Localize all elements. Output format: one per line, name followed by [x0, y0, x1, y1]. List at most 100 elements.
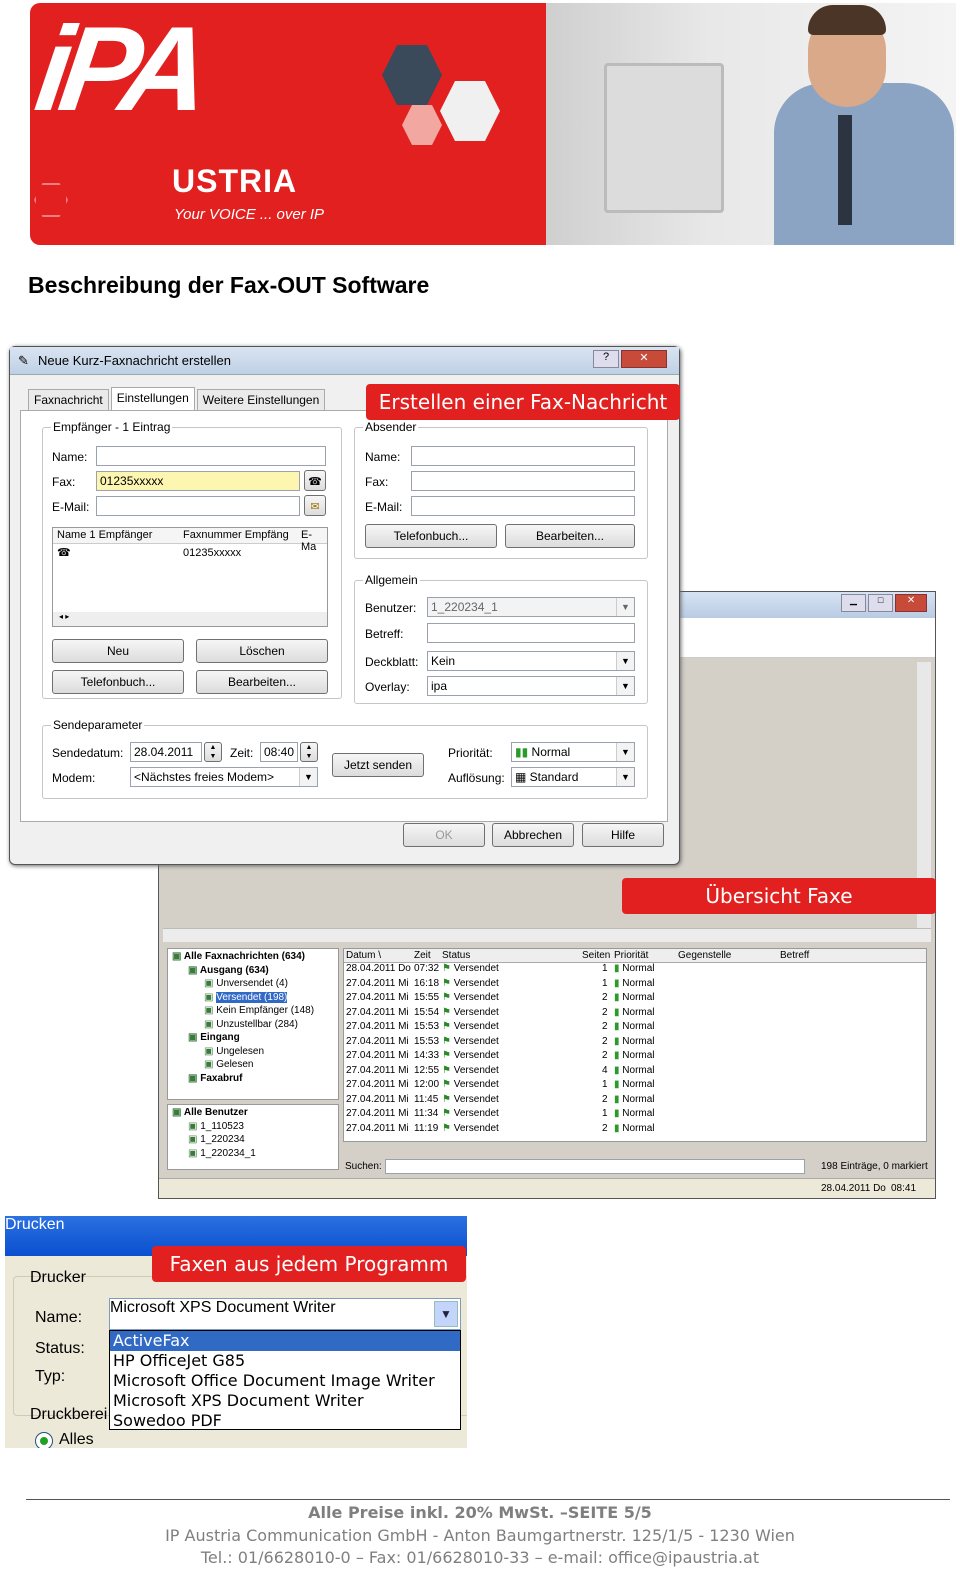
email-lookup-icon[interactable]: ✉ [304, 495, 326, 516]
resolution-value: Standard [529, 770, 579, 784]
date-spinner-icon[interactable]: ▲ ▼ [204, 742, 222, 762]
column-header[interactable]: Betreff [780, 950, 809, 961]
tree-item[interactable]: ▣ Versendet (198) [204, 991, 288, 1003]
column-header[interactable]: Datum \ [346, 950, 381, 961]
time-input[interactable]: 08:40 [260, 742, 298, 762]
printer-option[interactable]: Sowedoo PDF [110, 1411, 460, 1431]
search-input[interactable] [385, 1159, 805, 1174]
table-row[interactable]: 27.04.2011 Mi 11:19 ⚑ Versendet 2 ▮ Normal [344, 1123, 926, 1138]
help-icon[interactable]: ? [593, 350, 619, 368]
column-header[interactable]: Seiten [582, 950, 610, 961]
tab-3[interactable]: Weitere Einstellungen [196, 389, 326, 411]
close-icon[interactable]: ✕ [895, 594, 927, 612]
col-name[interactable]: Name 1 Empfänger [57, 529, 152, 541]
tree-item[interactable]: ▣ 1_110523 [188, 1121, 244, 1132]
col-email[interactable]: E-Ma [301, 529, 327, 553]
tab-2[interactable]: Einstellungen [110, 387, 195, 411]
tree-item[interactable]: ▣ Ausgang (634) [188, 965, 269, 976]
sender-edit-button[interactable]: Bearbeiten... [505, 524, 635, 548]
column-header[interactable]: Priorität [614, 950, 648, 961]
table-row[interactable]: 27.04.2011 Mi 12:55 ⚑ Versendet 4 ▮ Normal [344, 1065, 926, 1080]
printer-option[interactable]: Microsoft XPS Document Writer [110, 1391, 460, 1411]
sender-name-input[interactable] [411, 446, 635, 466]
resolution-select[interactable]: ▦ Standard ▼ [511, 767, 635, 787]
table-row[interactable]: 27.04.2011 Mi 14:33 ⚑ Versendet 2 ▮ Normal [344, 1050, 926, 1065]
priority-select[interactable]: ▮▮ Normal ▼ [511, 742, 635, 762]
tree-item[interactable]: ▣ Eingang [188, 1032, 240, 1043]
table-row[interactable]: 27.04.2011 Mi 15:54 ⚑ Versendet 2 ▮ Normal [344, 1007, 926, 1022]
table-row[interactable]: 27.04.2011 Mi 15:53 ⚑ Versendet 2 ▮ Normal [344, 1021, 926, 1036]
tree-item-label: Alle Benutzer [183, 1107, 248, 1118]
table-row[interactable]: 27.04.2011 Mi 15:55 ⚑ Versendet 2 ▮ Normal [344, 992, 926, 1007]
subject-input[interactable] [427, 623, 635, 643]
time-cell: 15:55 [414, 992, 440, 1003]
cover-select[interactable]: Kein ▼ [427, 651, 635, 671]
all-radio[interactable] [35, 1432, 53, 1448]
recipient-list-scrollbar[interactable]: ◂ ▸ [53, 612, 327, 626]
new-button[interactable]: Neu [52, 639, 184, 663]
priority-cell: ▮ Normal [614, 1050, 655, 1061]
pages-cell: 2 [602, 1021, 608, 1032]
tree-item[interactable]: ▣ Unzustellbar (284) [204, 1019, 298, 1030]
header-banner: iPA USTRIA Your VOICE ... over IP [30, 3, 956, 245]
priority-text: Normal [622, 977, 655, 989]
tree-item[interactable]: ▣ Kein Empfänger (148) [204, 1005, 314, 1016]
tree-item[interactable]: ▣ 1_220234_1 [188, 1148, 256, 1159]
table-row[interactable]: 27.04.2011 Mi 11:45 ⚑ Versendet 2 ▮ Normal [344, 1094, 926, 1109]
sender-fax-label: Fax: [365, 475, 389, 489]
tree-item[interactable]: ▣ Alle Benutzer [172, 1107, 248, 1118]
cancel-button[interactable]: Abbrechen [492, 823, 574, 847]
tree-item[interactable]: ▣ Ungelesen [204, 1046, 264, 1057]
phonebook-button[interactable]: Telefonbuch... [52, 670, 184, 694]
printer-option[interactable]: HP OfficeJet G85 [110, 1351, 460, 1371]
recipient-name-input[interactable] [96, 446, 326, 466]
tree-item[interactable]: ▣ Gelesen [204, 1059, 253, 1070]
status-cell: ⚑ Versendet [442, 1050, 499, 1061]
column-header[interactable]: Zeit [414, 950, 431, 961]
close-icon[interactable]: ✕ [621, 350, 667, 368]
printer-option[interactable]: ActiveFax [110, 1331, 460, 1351]
sender-email-input[interactable] [411, 496, 635, 516]
sender-fax-input[interactable] [411, 471, 635, 491]
time-spinner-icon[interactable]: ▲ ▼ [300, 742, 318, 762]
overlay-select[interactable]: ipa ▼ [427, 676, 635, 696]
recipient-row-fax[interactable]: 01235xxxxx [183, 547, 241, 559]
tab-1[interactable]: Faxnachricht [28, 389, 109, 411]
tree-item[interactable]: ▣ Unversendet (4) [204, 978, 288, 989]
hex-decoration [402, 105, 442, 145]
table-row[interactable]: 27.04.2011 Mi 15:53 ⚑ Versendet 2 ▮ Normal [344, 1036, 926, 1051]
user-select[interactable]: 1_220234_1 ▼ [427, 597, 635, 617]
send-date-input[interactable]: 28.04.2011 [130, 742, 202, 762]
recipient-email-input[interactable] [96, 496, 300, 516]
table-row[interactable]: 27.04.2011 Mi 11:34 ⚑ Versendet 1 ▮ Normal [344, 1108, 926, 1123]
tree-item[interactable]: ▣ Alle Faxnachrichten (634) [172, 951, 305, 962]
maximize-icon[interactable]: □ [868, 594, 894, 612]
recipient-fax-input[interactable]: 01235xxxxx [96, 471, 300, 491]
column-header[interactable]: Gegenstelle [678, 950, 731, 961]
modem-select[interactable]: <Nächstes freies Modem> ▼ [130, 767, 318, 787]
delete-button[interactable]: Löschen [196, 639, 328, 663]
edit-button[interactable]: Bearbeiten... [196, 670, 328, 694]
time-cell: 14:33 [414, 1050, 440, 1061]
table-row[interactable]: 27.04.2011 Mi 12:00 ⚑ Versendet 1 ▮ Normal [344, 1079, 926, 1094]
table-row[interactable]: 27.04.2011 Mi 16:18 ⚑ Versendet 1 ▮ Normal [344, 978, 926, 993]
send-now-button[interactable]: Jetzt senden [332, 753, 424, 777]
tree-item-label: Gelesen [216, 1059, 254, 1070]
pages-cell: 4 [602, 1064, 608, 1076]
column-header[interactable]: Status [442, 950, 470, 961]
printer-select[interactable]: Microsoft XPS Document Writer ▼ [109, 1298, 461, 1330]
sender-phonebook-button[interactable]: Telefonbuch... [365, 524, 497, 548]
printer-option[interactable]: Microsoft Office Document Image Writer [110, 1371, 460, 1391]
chevron-down-icon[interactable]: ▼ [434, 1301, 458, 1327]
fax-lookup-icon[interactable]: ☎ [304, 470, 326, 491]
col-fax[interactable]: Faxnummer Empfäng [183, 529, 289, 541]
help-button[interactable]: Hilfe [582, 823, 664, 847]
tree-item[interactable]: ▣ 1_220234 [188, 1134, 245, 1145]
priority-cell: ▮ Normal [614, 1079, 655, 1090]
tree-item[interactable]: ▣ Faxabruf [188, 1073, 242, 1084]
ok-button[interactable]: OK [403, 823, 485, 847]
minimize-icon[interactable]: ▁ [841, 594, 867, 612]
table-row[interactable]: 28.04.2011 Do 07:32 ⚑ Versendet 1 ▮ Normal [344, 963, 926, 978]
horizontal-scrollbar[interactable] [163, 928, 931, 942]
folder-icon: ▣ [172, 1107, 184, 1118]
